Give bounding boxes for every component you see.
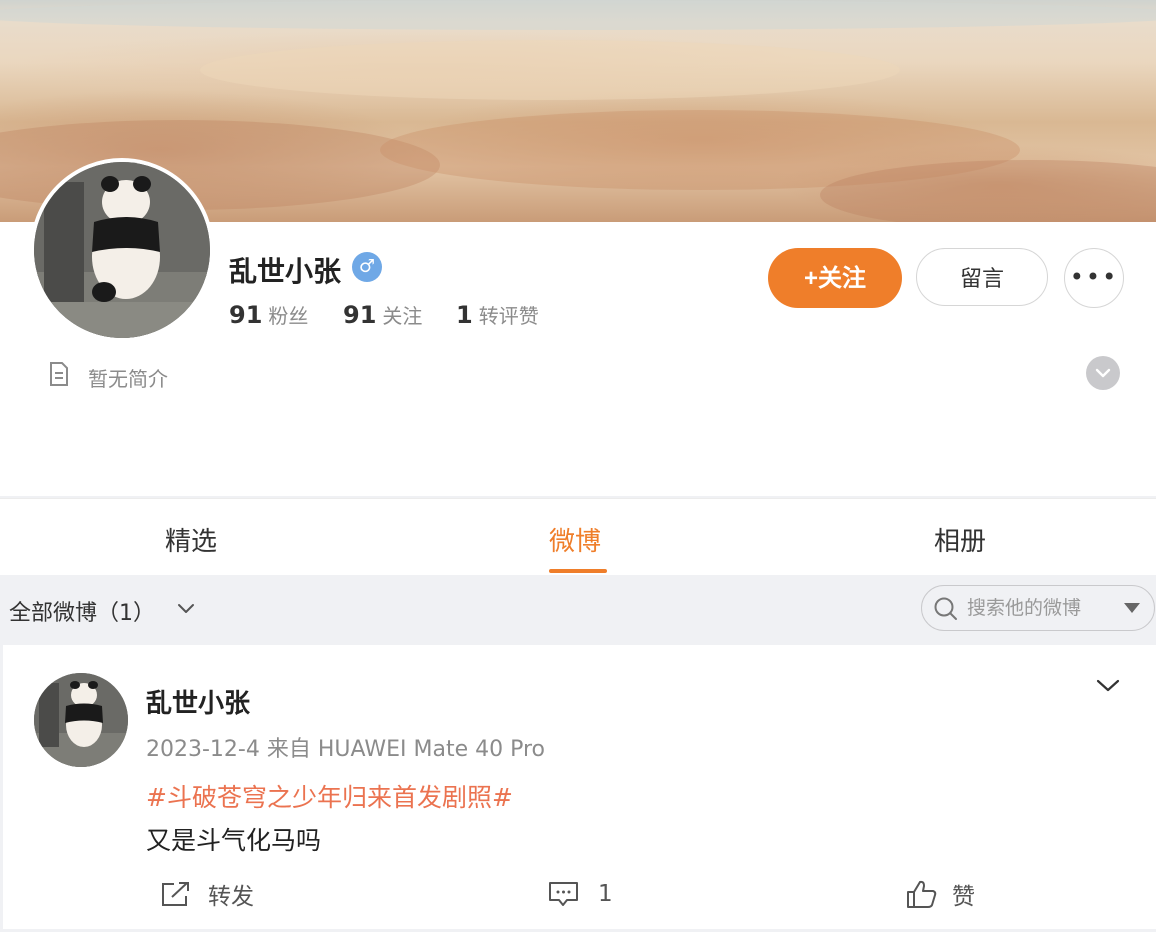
gender-male-icon: ♂ bbox=[352, 252, 382, 282]
tab-weibo[interactable]: 微博 bbox=[549, 521, 601, 558]
profile-tabs: 精选 微博 相册 bbox=[0, 498, 1156, 575]
like-button[interactable]: 赞 bbox=[906, 876, 975, 912]
post-source: 来自 HUAWEI Mate 40 Pro bbox=[266, 737, 545, 762]
tab-album[interactable]: 相册 bbox=[934, 521, 986, 558]
thumbs-up-icon bbox=[907, 880, 937, 908]
post-author-name[interactable]: 乱世小张 bbox=[146, 683, 250, 720]
search-input[interactable] bbox=[967, 594, 1097, 622]
active-tab-indicator bbox=[549, 569, 607, 573]
expand-profile-button[interactable] bbox=[1086, 356, 1120, 390]
share-icon bbox=[162, 882, 189, 906]
all-posts-filter[interactable]: 全部微博（1） bbox=[9, 595, 155, 627]
followers-label: 粉丝 bbox=[268, 304, 309, 328]
post-meta: 2023-12-4 来自 HUAWEI Mate 40 Pro bbox=[146, 731, 545, 763]
profile-avatar[interactable] bbox=[30, 158, 214, 342]
more-options-button[interactable]: ••• bbox=[1064, 248, 1124, 308]
chevron-down-icon[interactable] bbox=[176, 598, 196, 618]
following-stat[interactable]: 91 关注 bbox=[343, 300, 422, 329]
repost-label: 转发 bbox=[208, 884, 254, 910]
tab-featured[interactable]: 精选 bbox=[165, 521, 217, 558]
post-menu-chevron-icon[interactable] bbox=[1096, 678, 1120, 694]
following-label: 关注 bbox=[382, 304, 423, 328]
chevron-down-icon bbox=[1095, 368, 1111, 378]
panda-avatar-image bbox=[34, 673, 128, 767]
panda-avatar-image bbox=[34, 162, 210, 338]
repost-button[interactable]: 转发 bbox=[160, 876, 254, 912]
interactions-label: 转评赞 bbox=[478, 304, 539, 328]
interactions-count: 1 bbox=[456, 301, 473, 329]
post-date[interactable]: 2023-12-4 bbox=[146, 737, 260, 762]
message-button[interactable]: 留言 bbox=[916, 248, 1048, 306]
post-topic-link[interactable]: #斗破苍穹之少年归来首发剧照# bbox=[146, 778, 513, 814]
interactions-stat[interactable]: 1 转评赞 bbox=[456, 300, 539, 329]
search-scope-dropdown-icon[interactable] bbox=[1124, 603, 1140, 613]
profile-name: 乱世小张 bbox=[229, 255, 342, 288]
post-text: 又是斗气化马吗 bbox=[146, 826, 322, 855]
bio-text: 暂无简介 bbox=[88, 367, 168, 391]
follow-button[interactable]: +关注 bbox=[768, 248, 902, 308]
like-label: 赞 bbox=[952, 884, 975, 910]
comment-count: 1 bbox=[598, 881, 613, 907]
followers-stat[interactable]: 91 粉丝 bbox=[229, 300, 308, 329]
document-icon bbox=[50, 362, 68, 386]
following-count: 91 bbox=[343, 301, 377, 329]
comment-button[interactable]: 1 bbox=[548, 876, 613, 912]
comment-icon bbox=[549, 882, 578, 906]
post-author-avatar[interactable] bbox=[34, 673, 128, 767]
followers-count: 91 bbox=[229, 301, 263, 329]
search-icon bbox=[934, 597, 957, 620]
